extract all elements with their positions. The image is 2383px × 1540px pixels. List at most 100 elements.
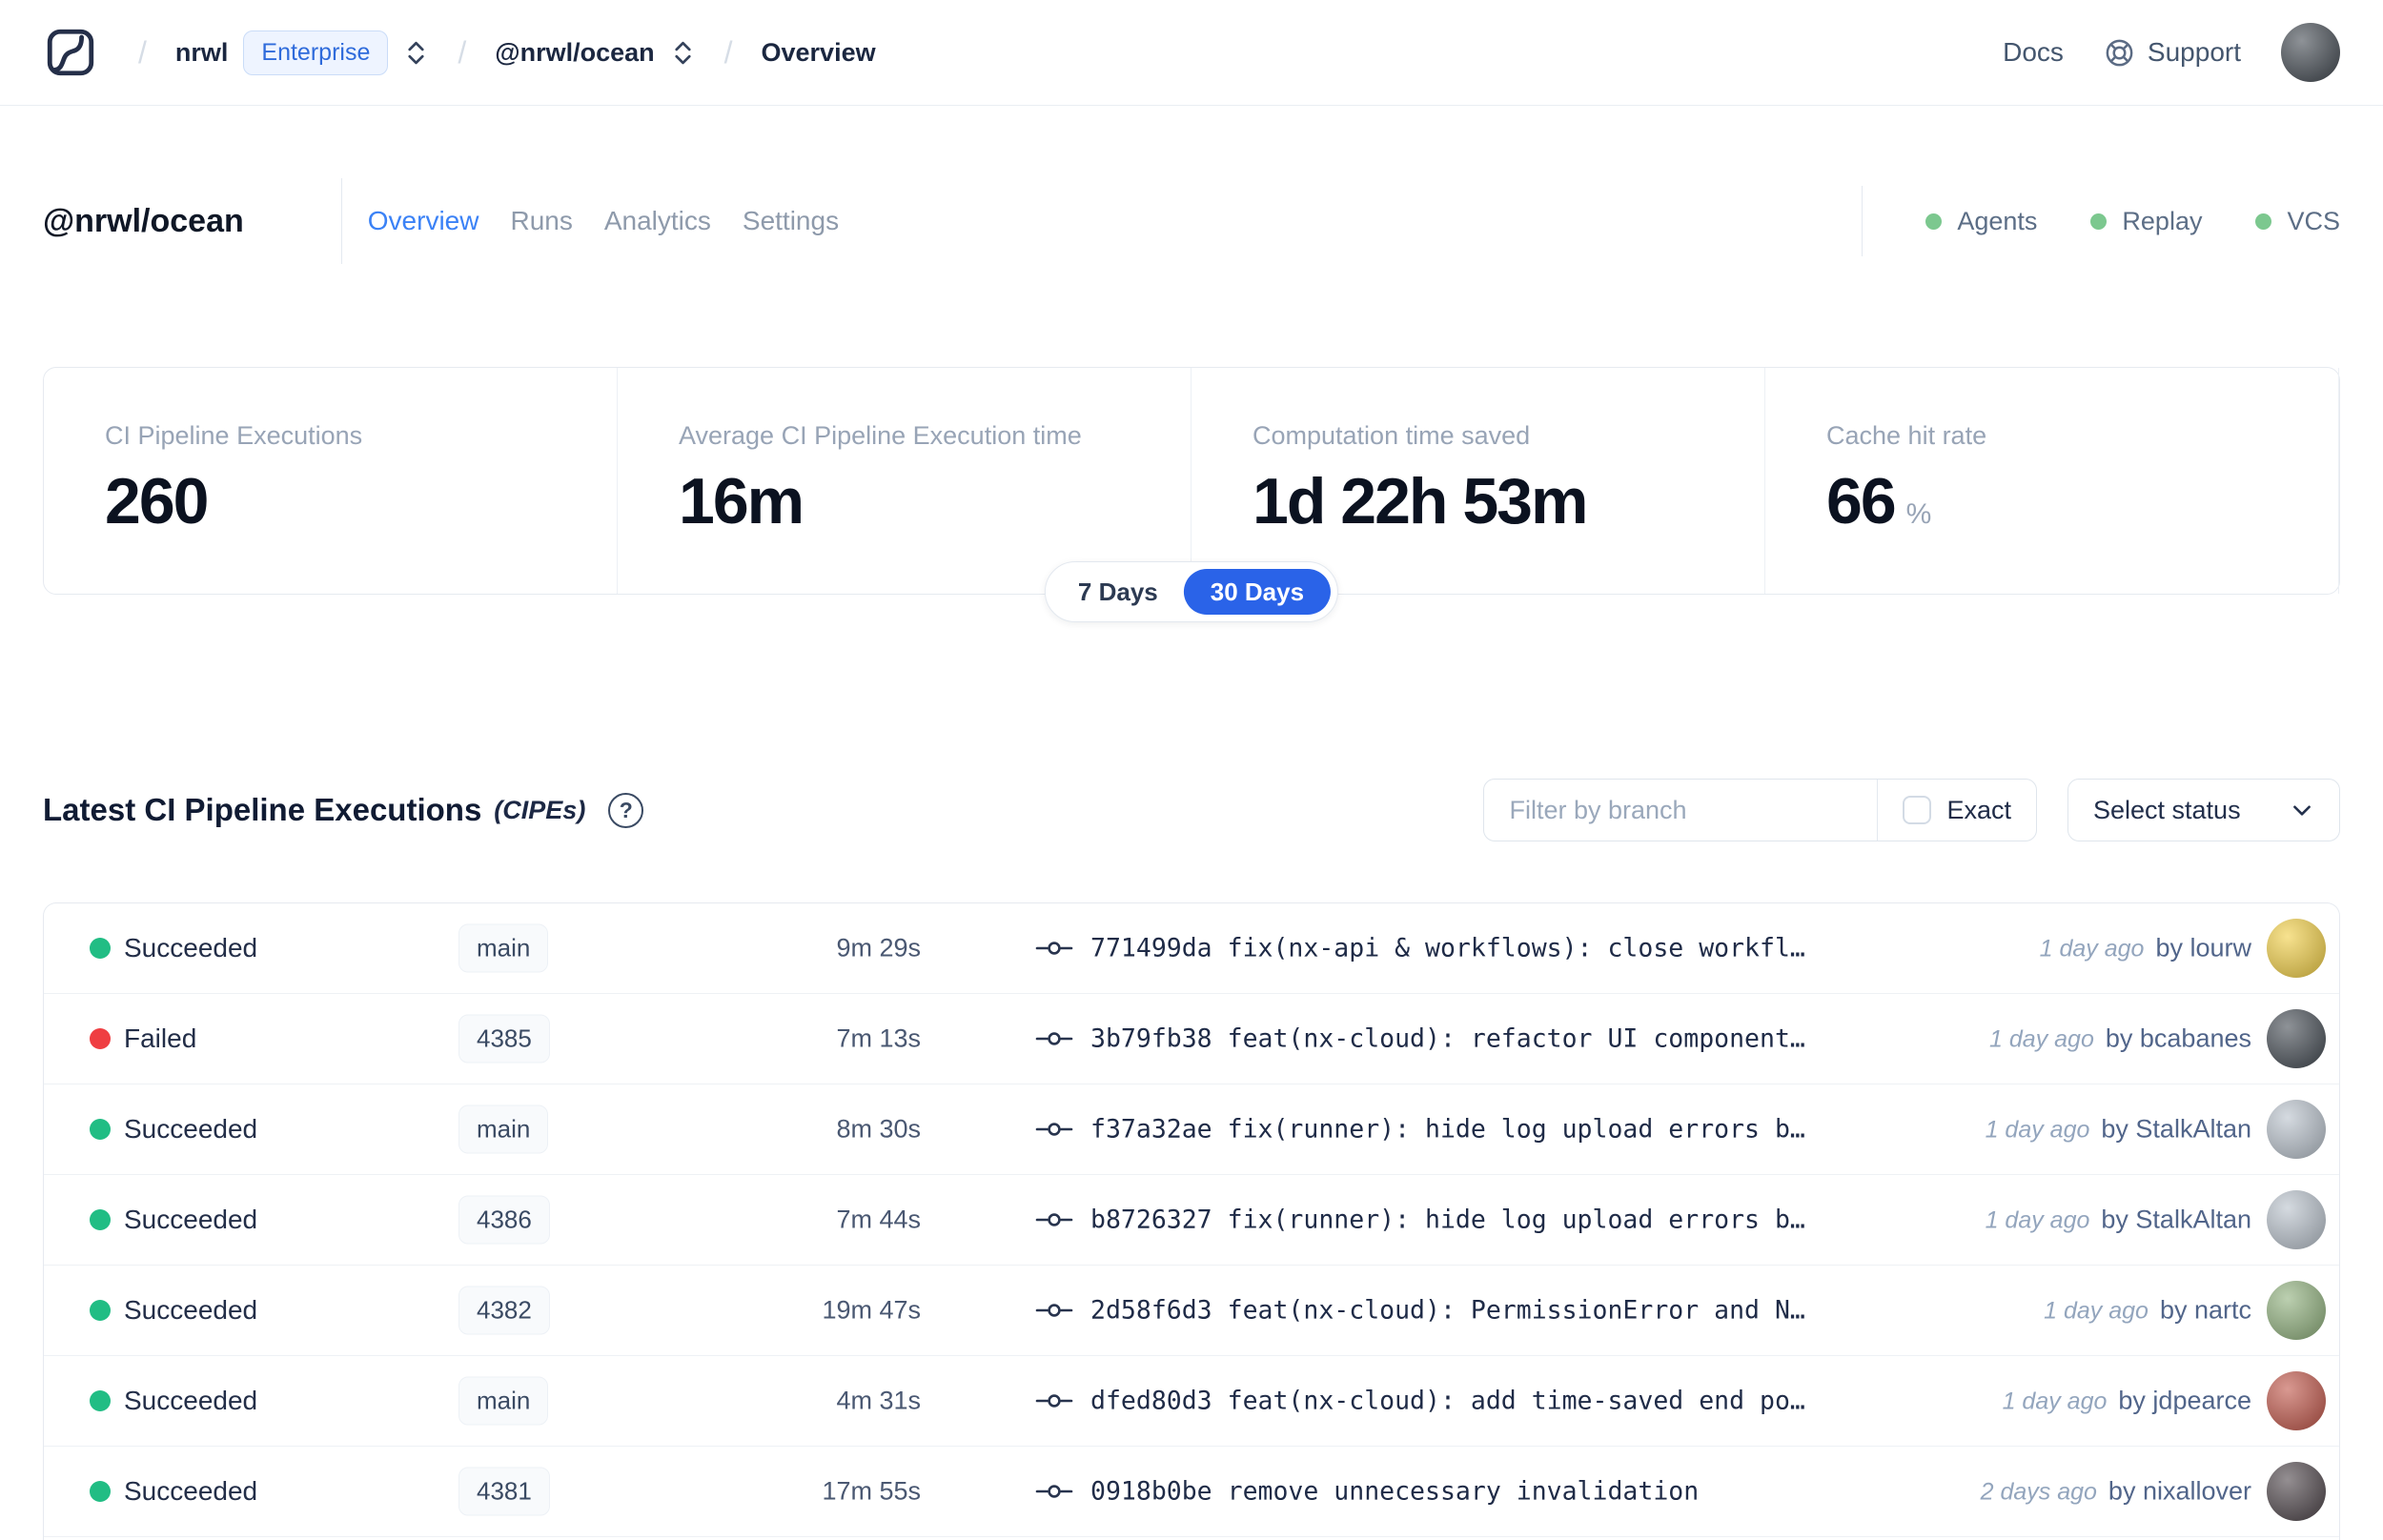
duration-label: 19m 47s — [822, 1295, 921, 1325]
breadcrumb: / nrwl Enterprise / @nrwl/ocean / Overvi… — [138, 30, 876, 75]
status-dot-icon — [90, 1119, 111, 1140]
row-meta: 1 day ago by StalkAltan — [1986, 1206, 2251, 1235]
top-nav: / nrwl Enterprise / @nrwl/ocean / Overvi… — [0, 0, 2383, 106]
branch-badge[interactable]: 4385 — [458, 1014, 550, 1064]
branch-badge[interactable]: main — [458, 923, 549, 973]
branch-badge[interactable]: 4386 — [458, 1195, 550, 1245]
time-ago-label: 1 day ago — [1985, 1116, 2090, 1144]
row-meta: 1 day ago by nartc — [2044, 1296, 2251, 1326]
commit-icon — [1035, 1026, 1073, 1051]
duration-label: 4m 31s — [836, 1386, 921, 1415]
commit-message[interactable]: b8726327 fix(runner): hide log upload er… — [1090, 1206, 1805, 1235]
table-row[interactable]: Succeeded main 9m 29s 771499da fix(nx-ap… — [44, 903, 2339, 994]
exact-match-toggle[interactable]: Exact — [1877, 780, 2036, 841]
enterprise-badge: Enterprise — [243, 30, 389, 75]
time-ago-label: 1 day ago — [2039, 935, 2145, 962]
stat-unit: % — [1905, 498, 1932, 530]
commit-icon — [1035, 1388, 1073, 1413]
workspace-name: @nrwl/ocean — [495, 37, 655, 67]
row-meta: 1 day ago by StalkAltan — [1986, 1115, 2251, 1145]
lifebuoy-icon — [2104, 37, 2135, 69]
author-label: by nartc — [2159, 1295, 2251, 1325]
commit-icon — [1035, 1207, 1073, 1232]
support-link[interactable]: Support — [2104, 37, 2241, 69]
branch-badge[interactable]: main — [458, 1376, 549, 1426]
author-avatar[interactable] — [2267, 1190, 2326, 1249]
breadcrumb-separator: / — [138, 34, 147, 70]
workspace-header: @nrwl/ocean Overview Runs Analytics Sett… — [43, 177, 2340, 265]
commit-message[interactable]: dfed80d3 feat(nx-cloud): add time-saved … — [1090, 1387, 1805, 1416]
date-range-toggle: 7 Days 30 Days — [1044, 561, 1339, 622]
nx-cloud-logo-icon[interactable] — [43, 25, 98, 80]
branch-badge[interactable]: 4381 — [458, 1467, 550, 1516]
status-dot-icon — [1925, 213, 1943, 230]
branch-badge[interactable]: main — [458, 1104, 549, 1154]
row-meta: 1 day ago by lourw — [2040, 934, 2251, 963]
tab-overview[interactable]: Overview — [368, 206, 479, 236]
table-row[interactable]: Succeeded main 8m 30s f37a32ae fix(runne… — [44, 1084, 2339, 1175]
tab-runs[interactable]: Runs — [510, 206, 572, 236]
commit-message[interactable]: 2d58f6d3 feat(nx-cloud): PermissionError… — [1090, 1296, 1805, 1326]
user-avatar[interactable] — [2281, 23, 2340, 82]
feature-status-list: Agents Replay VCS — [1862, 186, 2340, 256]
author-avatar[interactable] — [2267, 1371, 2326, 1430]
status-dot-icon — [90, 1209, 111, 1230]
cipe-section-header: Latest CI Pipeline Executions (CIPEs) ? … — [43, 778, 2340, 842]
author-label: by nixallover — [2108, 1476, 2251, 1506]
commit-message[interactable]: 0918b0be remove unnecessary invalidation — [1090, 1477, 1699, 1507]
commit-message[interactable]: 3b79fb38 feat(nx-cloud): refactor UI com… — [1090, 1024, 1805, 1054]
exact-label: Exact — [1946, 795, 2011, 824]
org-selector[interactable]: nrwl Enterprise — [175, 30, 429, 75]
author-avatar[interactable] — [2267, 1100, 2326, 1159]
chevron-down-icon — [2290, 798, 2314, 822]
stat-value: 260 — [105, 465, 209, 537]
author-avatar[interactable] — [2267, 1009, 2326, 1068]
tab-analytics[interactable]: Analytics — [604, 206, 711, 236]
table-row[interactable]: Succeeded 4381 17m 55s 0918b0be remove u… — [44, 1447, 2339, 1537]
author-label: by lourw — [2155, 933, 2251, 962]
range-7-days-button[interactable]: 7 Days — [1052, 578, 1184, 607]
chevron-up-down-icon[interactable] — [670, 38, 696, 68]
tab-settings[interactable]: Settings — [743, 206, 839, 236]
feature-replay[interactable]: Replay — [2090, 207, 2202, 236]
row-meta: 1 day ago by bcabanes — [1989, 1024, 2251, 1054]
duration-label: 7m 44s — [836, 1205, 921, 1234]
status-select-button[interactable]: Select status — [2067, 779, 2340, 841]
docs-link[interactable]: Docs — [2003, 37, 2064, 68]
author-label: by bcabanes — [2105, 1023, 2251, 1053]
table-row[interactable]: Succeeded 4382 19m 47s 2d58f6d3 feat(nx-… — [44, 1266, 2339, 1356]
workspace-selector[interactable]: @nrwl/ocean — [495, 38, 695, 68]
commit-icon — [1035, 1479, 1073, 1504]
table-row[interactable]: Succeeded 4386 7m 44s b8726327 fix(runne… — [44, 1175, 2339, 1266]
status-label: Succeeded — [124, 1386, 258, 1415]
stat-label: Average CI Pipeline Execution time — [679, 421, 1082, 450]
time-ago-label: 1 day ago — [1985, 1206, 2090, 1234]
commit-message[interactable]: 771499da fix(nx-api & workflows): close … — [1090, 934, 1805, 963]
stat-label: CI Pipeline Executions — [105, 421, 363, 450]
range-30-days-button[interactable]: 30 Days — [1183, 569, 1332, 615]
commit-icon — [1035, 1117, 1073, 1142]
author-label: by jdpearce — [2118, 1386, 2251, 1415]
author-avatar[interactable] — [2267, 1281, 2326, 1340]
exact-checkbox[interactable] — [1903, 796, 1932, 824]
author-label: by StalkAltan — [2101, 1205, 2251, 1234]
table-row[interactable]: Succeeded main 4m 31s dfed80d3 feat(nx-c… — [44, 1356, 2339, 1447]
branch-badge[interactable]: 4382 — [458, 1286, 550, 1335]
commit-message[interactable]: f37a32ae fix(runner): hide log upload er… — [1090, 1115, 1805, 1145]
breadcrumb-separator: / — [723, 34, 733, 70]
author-avatar[interactable] — [2267, 1462, 2326, 1521]
branch-filter-input[interactable] — [1484, 780, 1878, 841]
commit-icon — [1035, 936, 1073, 961]
chevron-up-down-icon[interactable] — [403, 38, 429, 68]
row-meta: 2 days ago by nixallover — [1981, 1477, 2251, 1507]
status-dot-icon — [2255, 213, 2272, 230]
stat-value: 16m — [679, 465, 805, 537]
help-icon[interactable]: ? — [608, 792, 644, 828]
feature-vcs[interactable]: VCS — [2255, 207, 2340, 236]
feature-agents[interactable]: Agents — [1925, 207, 2037, 236]
status-dot-icon — [90, 1390, 111, 1411]
table-row[interactable]: Failed 4385 7m 13s 3b79fb38 feat(nx-clou… — [44, 994, 2339, 1084]
status-label: Succeeded — [124, 1295, 258, 1325]
branch-filter-group: Exact — [1483, 779, 2037, 841]
author-avatar[interactable] — [2267, 919, 2326, 978]
